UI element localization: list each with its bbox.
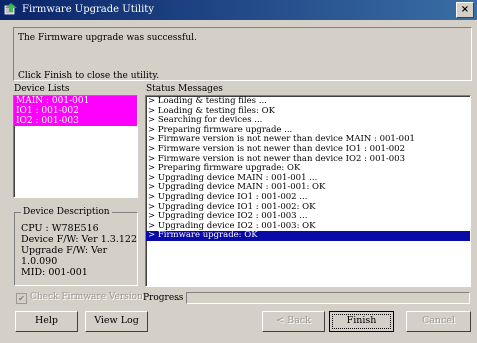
upgrade-fw-value: Upgrade F/W: Ver 1.0.090 — [21, 245, 108, 267]
view-log-button[interactable]: View Log — [85, 311, 148, 332]
help-button[interactable]: Help — [15, 311, 78, 332]
status-messages-label: Status Messages — [146, 84, 223, 94]
status-messages-list[interactable]: > Loading & testing files ... > Loading &… — [145, 95, 471, 287]
success-message: The Firmware upgrade was successful. — [18, 33, 197, 43]
device-list-item[interactable]: MAIN : 001-001 — [14, 96, 137, 106]
checkbox-check-icon: ✔ — [16, 293, 27, 304]
close-button[interactable]: × — [456, 2, 474, 18]
finish-button[interactable]: Finish — [329, 311, 394, 332]
instruction-message: Click Finish to close the utility. — [18, 71, 160, 81]
cancel-button[interactable]: Cancel — [406, 311, 471, 332]
mid-value: MID: 001-001 — [21, 267, 88, 278]
firmware-app-icon — [4, 3, 17, 15]
window-title: Firmware Upgrade Utility — [22, 4, 154, 15]
device-fw-value: Device F/W: Ver 1.3.122 — [21, 234, 137, 245]
title-bar: Firmware Upgrade Utility × — [0, 0, 477, 20]
device-list-label: Device Lists — [14, 84, 70, 94]
check-firmware-label: Check Firmware Version — [30, 292, 143, 302]
device-description-group: Device Description CPU : W78E516 Device … — [14, 207, 138, 286]
progress-bar — [186, 292, 470, 304]
back-button[interactable]: < Back — [262, 311, 325, 332]
device-list[interactable]: MAIN : 001-001 IO1 : 001-002 IO2 : 001-003 — [13, 95, 138, 198]
device-list-item[interactable]: IO2 : 001-003 — [14, 116, 137, 126]
device-description-legend: Device Description — [21, 207, 112, 217]
device-list-item[interactable]: IO1 : 001-002 — [14, 106, 137, 116]
message-panel: The Firmware upgrade was successful. Cli… — [13, 27, 472, 81]
cpu-value: CPU : W78E516 — [21, 223, 99, 234]
status-message-line[interactable]: > Firmware upgrade: OK — [146, 231, 470, 241]
close-icon: × — [460, 4, 470, 15]
